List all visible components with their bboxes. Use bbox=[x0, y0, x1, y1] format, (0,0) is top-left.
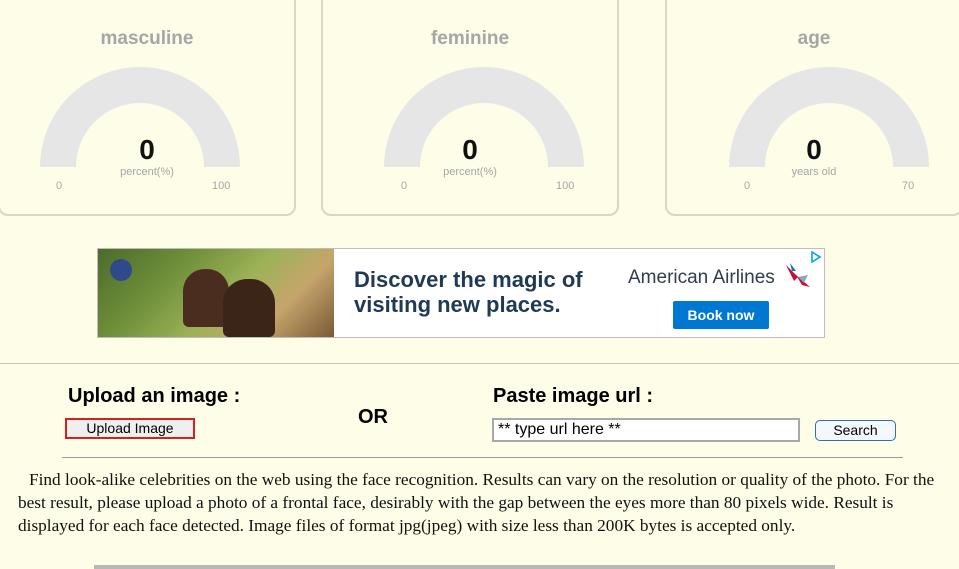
or-label: OR bbox=[358, 406, 388, 428]
gauge-max: 70 bbox=[902, 180, 915, 192]
adchoices-icon[interactable] bbox=[810, 251, 822, 263]
ad-headline-line2: visiting new places. bbox=[354, 292, 561, 317]
ad-headline: Discover the magic of visiting new place… bbox=[354, 267, 614, 317]
url-label: Paste image url : bbox=[493, 385, 654, 407]
gauge-max: 100 bbox=[212, 180, 231, 192]
gauge-value: 0 bbox=[462, 134, 478, 165]
ad-person-figure bbox=[223, 279, 275, 337]
ad-photo bbox=[98, 249, 334, 337]
description-divider bbox=[62, 457, 903, 458]
gauge-min: 0 bbox=[56, 180, 63, 192]
section-divider bbox=[0, 363, 959, 364]
gauge-value: 0 bbox=[806, 134, 822, 165]
gauge-card-age: age 0 years old 0 70 bbox=[665, 0, 959, 216]
horizontal-scrollbar[interactable] bbox=[94, 565, 835, 569]
gauge-min: 0 bbox=[401, 180, 408, 192]
image-url-input[interactable] bbox=[492, 418, 800, 442]
gauge-card-masculine: masculine 0 percent(%) 0 100 bbox=[0, 0, 296, 216]
ad-brand-name: American Airlines bbox=[628, 267, 775, 288]
gauge-value: 0 bbox=[139, 134, 155, 165]
gauge-arc bbox=[40, 67, 240, 167]
gauge-card-feminine: feminine 0 percent(%) 0 100 bbox=[321, 0, 619, 216]
ad-small-logo-icon bbox=[110, 259, 132, 281]
gauge-arc bbox=[729, 67, 929, 167]
ad-book-now-button[interactable]: Book now bbox=[673, 301, 769, 329]
gauge-min: 0 bbox=[744, 180, 751, 192]
upload-image-button[interactable]: Upload Image bbox=[65, 418, 195, 439]
search-button[interactable]: Search bbox=[815, 420, 896, 441]
gauge-max: 100 bbox=[556, 180, 575, 192]
description-text: Find look-alike celebrities on the web u… bbox=[18, 470, 935, 535]
gauge-unit: percent(%) bbox=[443, 166, 497, 178]
gauge-arc bbox=[384, 67, 584, 167]
airline-logo-icon bbox=[786, 263, 810, 287]
gauge-unit: years old bbox=[791, 166, 837, 178]
ad-headline-line1: Discover the magic of bbox=[354, 267, 583, 292]
upload-label: Upload an image : bbox=[68, 385, 241, 407]
ad-banner[interactable]: Discover the magic of visiting new place… bbox=[97, 248, 825, 338]
gauge-unit: percent(%) bbox=[120, 166, 174, 178]
